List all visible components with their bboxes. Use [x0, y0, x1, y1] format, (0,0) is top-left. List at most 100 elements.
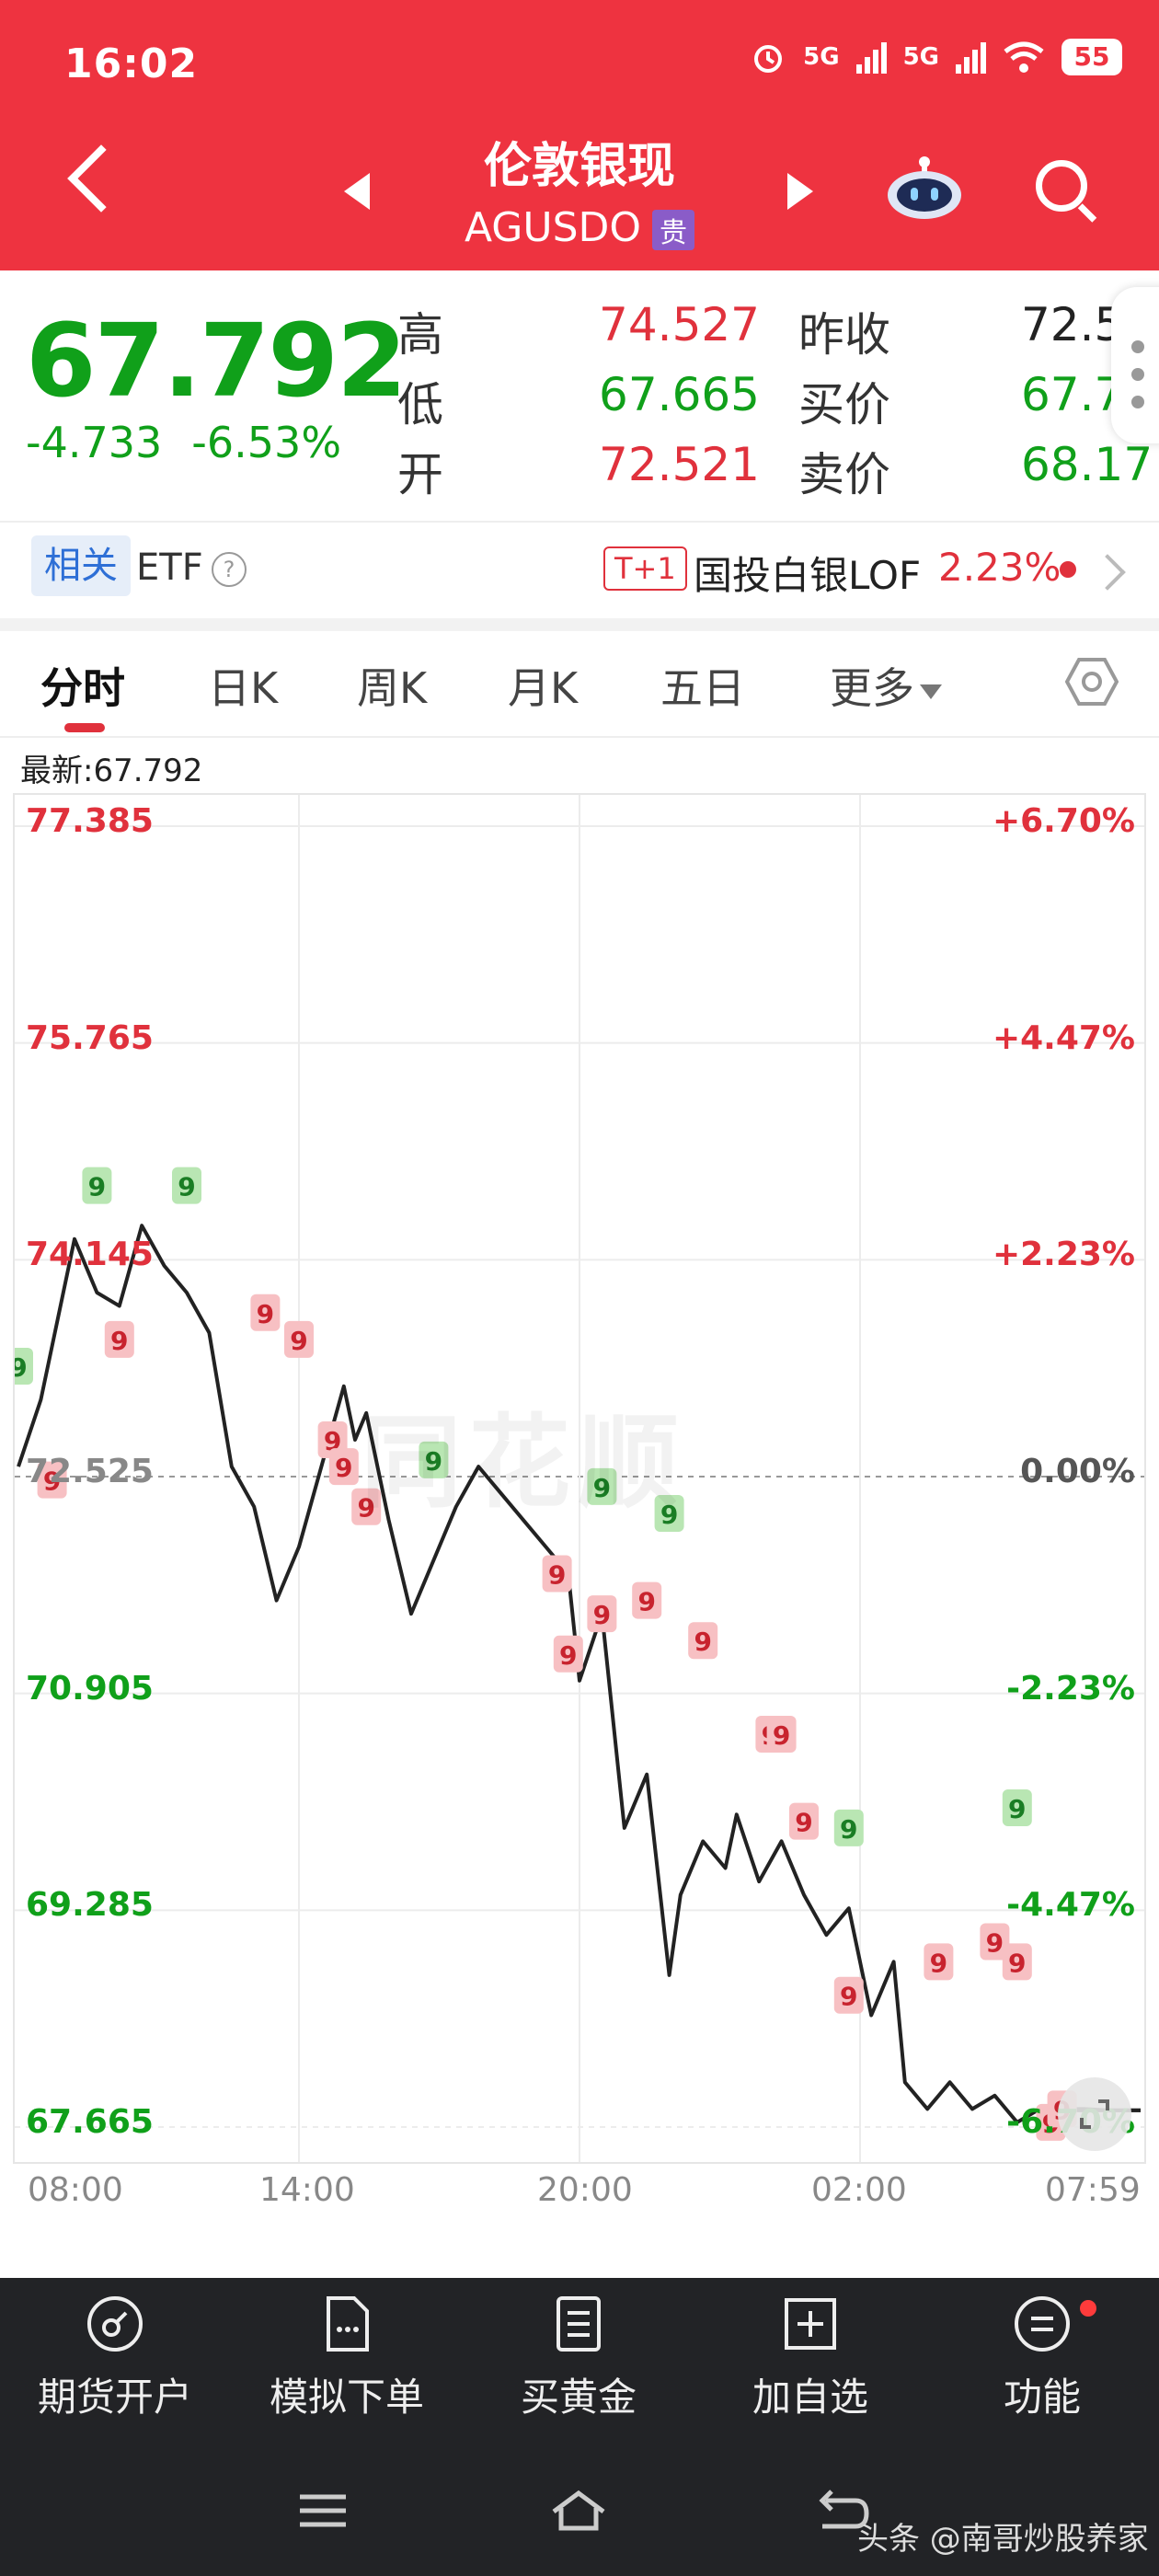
x-tick: 14:00: [259, 2171, 355, 2209]
svg-text:9: 9: [548, 1559, 566, 1590]
tab-daily-k[interactable]: 日K: [208, 655, 278, 716]
system-menu-icon[interactable]: [291, 2488, 355, 2534]
tab-weekly-k[interactable]: 周K: [357, 655, 427, 716]
y-tick-right: -4.47%: [1006, 1886, 1135, 1925]
low-value: 67.665: [599, 368, 760, 421]
nav-label: 功能: [1003, 2375, 1081, 2420]
next-instrument-icon[interactable]: [787, 173, 813, 210]
prev-close-value: 72.5: [1021, 298, 1124, 351]
tab-more[interactable]: 更多: [830, 655, 942, 716]
help-icon[interactable]: ?: [212, 552, 247, 587]
page-title: 伦敦银现: [483, 139, 675, 194]
fullscreen-expand-icon[interactable]: [1058, 2077, 1131, 2151]
y-tick-left: 72.525: [26, 1453, 154, 1490]
signal-marker-red: 9: [688, 1622, 718, 1660]
change-amount: -4.733: [26, 418, 163, 467]
bid-value: 67.7: [1021, 368, 1124, 421]
signal-marker-red: 9: [328, 1448, 359, 1486]
svg-text:9: 9: [840, 1814, 857, 1845]
signal-marker-red: 9: [587, 1595, 617, 1633]
price-change: -4.733 -6.53%: [26, 418, 341, 467]
y-tick-right: +6.70%: [992, 802, 1135, 840]
open-value: 72.521: [599, 438, 760, 491]
section-gap: [0, 618, 1159, 631]
svg-text:9: 9: [110, 1326, 128, 1356]
svg-text:9: 9: [257, 1299, 274, 1329]
y-tick-left: 70.905: [26, 1669, 154, 1708]
search-icon[interactable]: [1036, 160, 1087, 212]
current-price: 67.792: [26, 302, 407, 420]
signal-marker-green: 9: [82, 1167, 112, 1204]
assistant-robot-icon[interactable]: [885, 155, 964, 221]
signal-marker-red: 9: [250, 1294, 281, 1331]
svg-text:9: 9: [15, 1352, 28, 1383]
instrument-symbol: AGUSDO 贵: [0, 204, 1159, 251]
low-label: 低: [397, 378, 443, 431]
nav-simulated-order[interactable]: 模拟下单: [232, 2294, 462, 2422]
tab-intraday[interactable]: 分时: [40, 655, 125, 716]
source-credit: 头条 @南哥炒股养家: [857, 2521, 1149, 2558]
svg-text:9: 9: [773, 1720, 790, 1751]
etf-label: ETF: [136, 546, 203, 589]
t1-badge: T+1: [603, 546, 687, 591]
caret-down-icon: [920, 684, 942, 699]
hexagon-settings-icon[interactable]: [1065, 655, 1119, 708]
add-square-icon: [785, 2298, 836, 2350]
chart-watermark: 同花顺: [361, 1404, 686, 1522]
signal-marker-red: 9: [542, 1555, 572, 1593]
related-etf-name[interactable]: 国投白银LOF: [694, 545, 921, 601]
status-time: 16:02: [64, 40, 199, 87]
document-icon: [327, 2296, 369, 2352]
x-tick: 20:00: [537, 2171, 633, 2209]
latest-price-label: 最新:67.792: [20, 753, 203, 789]
signal-icon-2: [956, 40, 986, 74]
change-percent: -6.53%: [191, 418, 342, 467]
nav-label: 模拟下单: [269, 2375, 424, 2420]
y-tick-left: 67.665: [26, 2103, 154, 2141]
notification-dot: [1080, 2300, 1096, 2317]
divider: [0, 736, 1159, 738]
ask-value: 68.17: [1021, 438, 1153, 491]
y-tick-right: +2.23%: [992, 1236, 1135, 1274]
y-tick-left: 69.285: [26, 1886, 154, 1925]
divider: [0, 521, 1159, 523]
nav-add-watchlist[interactable]: 加自选: [695, 2294, 925, 2422]
svg-text:9: 9: [178, 1172, 195, 1202]
svg-text:9: 9: [795, 1808, 812, 1838]
high-value: 74.527: [599, 298, 760, 351]
y-tick-right: 0.00%: [1020, 1453, 1135, 1490]
signal-marker-red: 9: [1002, 1943, 1032, 1981]
signal-marker-red: 9: [833, 1976, 864, 2014]
y-tick-left: 74.145: [26, 1236, 154, 1274]
related-tag[interactable]: 相关: [31, 535, 131, 596]
alarm-icon: [754, 45, 783, 73]
more-options-icon[interactable]: [1111, 287, 1159, 443]
chevron-right-icon[interactable]: [1089, 554, 1126, 591]
top-header: 16:02 5G 5G 55 伦敦银现 AGUSDO 贵: [0, 0, 1159, 270]
precious-metal-badge: 贵: [652, 210, 695, 250]
futures-account-icon: [87, 2296, 143, 2352]
signal-marker-red: 9: [924, 1943, 954, 1981]
active-tab-indicator: [64, 723, 105, 732]
svg-text:9: 9: [694, 1627, 711, 1657]
signal-marker-green: 9: [833, 1809, 864, 1846]
signal-marker-red: 9: [632, 1581, 662, 1619]
nav-futures-account[interactable]: 期货开户: [0, 2294, 230, 2422]
signal-icon: [855, 40, 887, 74]
live-dot-icon: [1060, 561, 1076, 578]
network-label-2: 5G: [902, 43, 939, 71]
nav-buy-gold[interactable]: 买黄金: [464, 2294, 694, 2422]
signal-marker-green: 9: [15, 1347, 33, 1385]
nav-label: 加自选: [752, 2375, 868, 2420]
bid-label: 买价: [798, 378, 890, 431]
nav-label: 买黄金: [520, 2375, 637, 2420]
svg-text:9: 9: [930, 1948, 947, 1978]
svg-text:9: 9: [637, 1587, 655, 1617]
network-label-1: 5G: [803, 43, 840, 71]
nav-functions[interactable]: 功能: [927, 2294, 1157, 2422]
expand-glyph-icon: [1080, 2099, 1109, 2129]
tab-monthly-k[interactable]: 月K: [508, 655, 578, 716]
y-tick-left: 75.765: [26, 1018, 154, 1057]
system-home-icon[interactable]: [546, 2488, 611, 2534]
tab-five-day[interactable]: 五日: [660, 655, 745, 716]
